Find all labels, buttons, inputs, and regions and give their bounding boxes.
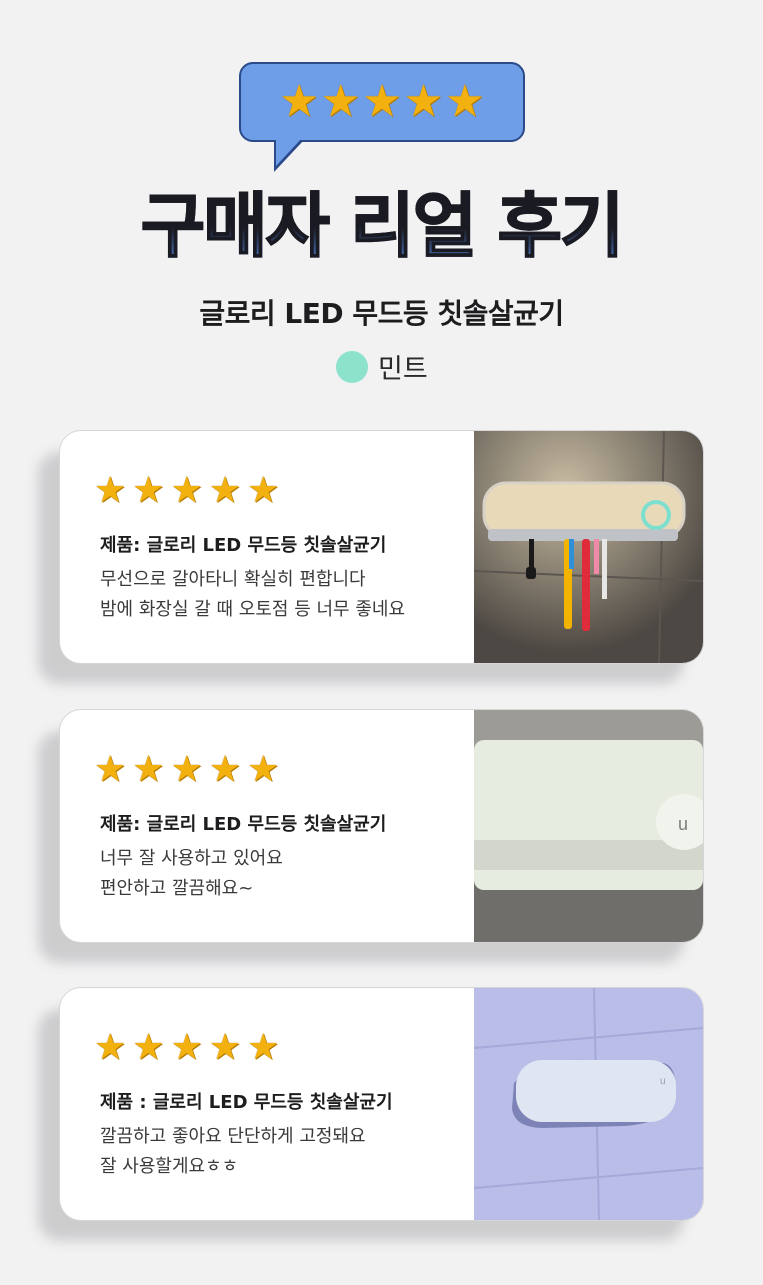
star-icon: ★ <box>132 470 165 511</box>
star-icon: ★ <box>94 749 127 790</box>
color-label: 민트 <box>378 354 428 385</box>
color-swatch <box>336 350 368 383</box>
speech-bubble-tail <box>276 138 302 166</box>
star-icon: ★ <box>247 749 280 790</box>
star-icon: ★ <box>208 470 242 511</box>
star-icon: ★ <box>170 749 203 790</box>
rating-speech-bubble: ★ ★ ★ ★ ★ <box>239 62 525 142</box>
review-line: 깔끔하고 좋아요 단단하게 고정돼요 <box>100 1126 366 1147</box>
review-line: 밤에 화장실 갈 때 오토점 등 너무 좋네요 <box>100 599 406 620</box>
star-icon: ★ <box>320 76 361 127</box>
review-photo: u <box>474 988 703 1220</box>
star-icon: ★ <box>132 749 165 790</box>
star-icon: ★ <box>170 1027 203 1068</box>
review-product: 제품 : 글로리 LED 무드등 칫솔살균기 <box>100 1092 393 1113</box>
svg-text:u: u <box>660 1076 666 1087</box>
star-icon: ★ <box>279 76 319 127</box>
star-icon: ★ <box>208 1027 242 1068</box>
review-rating: ★ ★ ★ ★ ★ <box>94 752 279 788</box>
product-name: 글로리 LED 무드등 칫솔살균기 <box>199 297 564 330</box>
review-photo: u <box>474 710 703 942</box>
review-line: 편안하고 깔끔해요~ <box>100 878 254 899</box>
review-text: 깔끔하고 좋아요 단단하게 고정돼요 잘 사용할게요ㅎㅎ <box>100 1122 366 1182</box>
review-rating: ★ ★ ★ ★ ★ <box>94 1030 279 1066</box>
star-icon: ★ <box>247 1027 280 1068</box>
star-icon: ★ <box>208 749 242 790</box>
review-text: 무선으로 갈아타니 확실히 편합니다 밤에 화장실 갈 때 오토점 등 너무 좋… <box>100 565 405 625</box>
review-card: ★ ★ ★ ★ ★ 제품: 글로리 LED 무드등 칫솔살균기 너무 잘 사용하… <box>59 709 704 943</box>
page-title: 구매자 리얼 후기 <box>0 187 763 266</box>
color-option: 민트 <box>336 347 428 386</box>
star-icon: ★ <box>403 76 444 127</box>
review-text: 너무 잘 사용하고 있어요 편안하고 깔끔해요~ <box>100 844 283 904</box>
star-icon: ★ <box>94 1027 127 1068</box>
review-product: 제품: 글로리 LED 무드등 칫솔살균기 <box>100 535 387 556</box>
star-icon: ★ <box>445 76 485 127</box>
star-icon: ★ <box>132 1027 165 1068</box>
review-card: ★ ★ ★ ★ ★ 제품: 글로리 LED 무드등 칫솔살균기 무선으로 갈아타… <box>59 430 704 664</box>
star-icon: ★ <box>94 470 127 511</box>
review-card: ★ ★ ★ ★ ★ 제품 : 글로리 LED 무드등 칫솔살균기 깔끔하고 좋아… <box>59 987 704 1221</box>
review-line: 잘 사용할게요ㅎㅎ <box>100 1156 239 1177</box>
star-icon: ★ <box>362 76 402 127</box>
star-icon: ★ <box>170 470 203 511</box>
star-icon: ★ <box>247 470 280 511</box>
review-line: 무선으로 갈아타니 확실히 편합니다 <box>100 569 366 590</box>
review-product: 제품: 글로리 LED 무드등 칫솔살균기 <box>100 814 387 835</box>
review-rating: ★ ★ ★ ★ ★ <box>94 473 279 509</box>
review-photo <box>474 431 703 663</box>
svg-text:u: u <box>678 814 688 834</box>
review-line: 너무 잘 사용하고 있어요 <box>100 848 283 869</box>
